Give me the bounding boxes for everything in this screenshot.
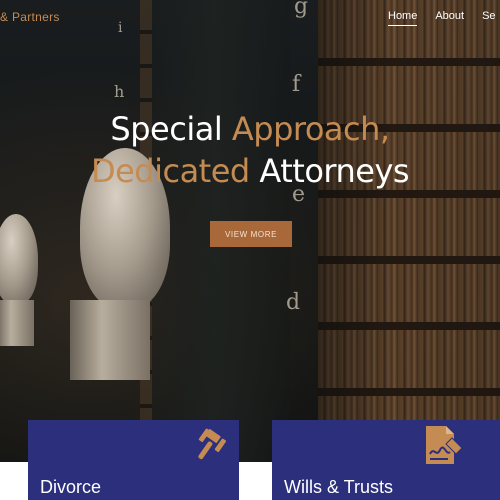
hero-background-overlay xyxy=(318,0,500,462)
hero-section: g i f h e d & Partners Home About Se Spe… xyxy=(0,0,500,462)
marble-pedestal-large xyxy=(70,300,150,380)
service-card-title: Divorce xyxy=(40,477,102,497)
service-card-title: Wills & Trusts xyxy=(284,477,394,497)
background-letter: i xyxy=(118,20,123,36)
brand-name: & Partners xyxy=(0,10,60,24)
gavel-icon xyxy=(192,426,232,470)
marble-pedestal-small xyxy=(0,300,34,346)
headline-accent-text: Approach, xyxy=(231,110,390,148)
signed-document-icon xyxy=(422,424,464,472)
background-letter: d xyxy=(286,290,301,315)
view-more-button[interactable]: VIEW MORE xyxy=(210,221,292,247)
marble-bust-small xyxy=(0,214,38,304)
background-letter: g xyxy=(294,0,309,19)
background-letter: h xyxy=(114,82,125,101)
main-nav: Home About Se xyxy=(388,10,500,26)
headline-text: Attorneys xyxy=(259,152,410,190)
nav-link-about[interactable]: About xyxy=(435,10,464,26)
hero-headline: Special Approach, Dedicated Attorneys xyxy=(0,108,500,192)
service-card-divorce[interactable]: Divorce xyxy=(28,420,239,500)
nav-link-home[interactable]: Home xyxy=(388,10,418,26)
service-card-wills-trusts[interactable]: Wills & Trusts xyxy=(272,420,500,500)
headline-accent-text: Dedicated xyxy=(90,152,260,190)
headline-text: Special xyxy=(110,110,232,148)
nav-link-services[interactable]: Se xyxy=(482,10,495,26)
background-letter: f xyxy=(292,72,301,97)
